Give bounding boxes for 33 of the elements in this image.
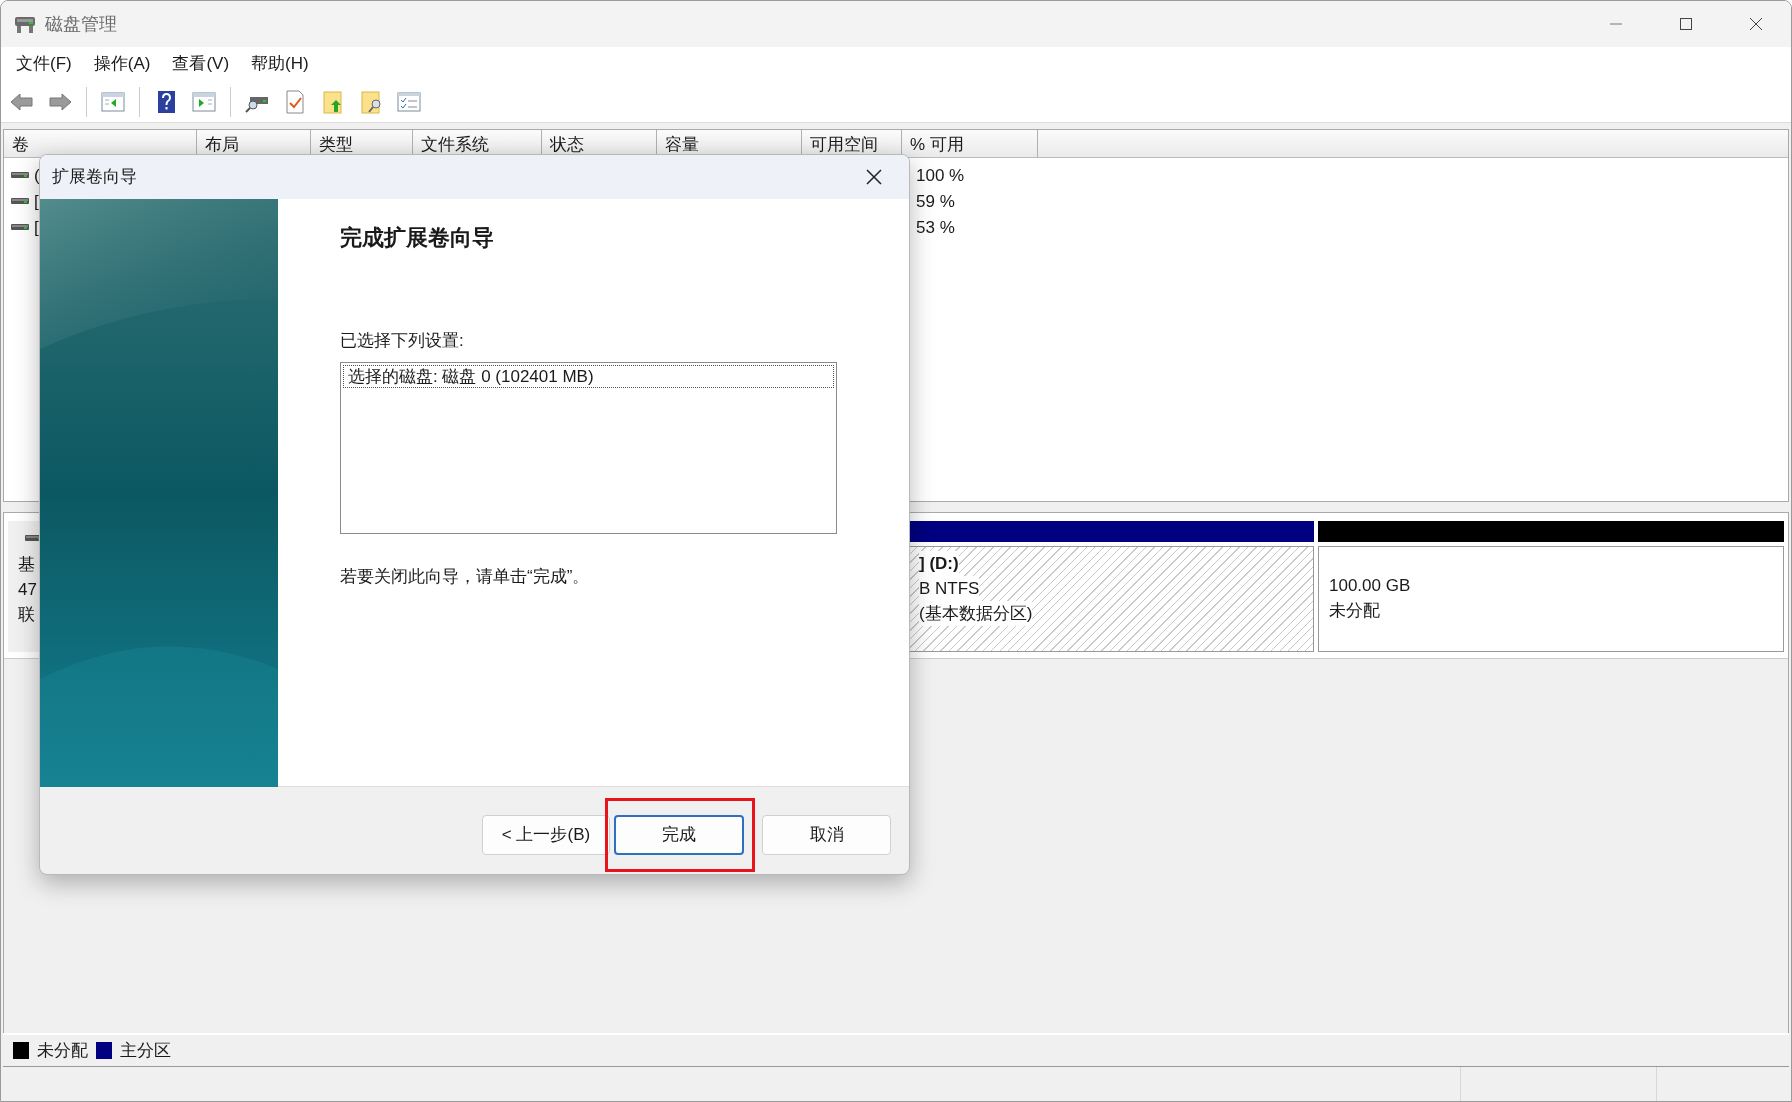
legend-label: 主分区 [120, 1039, 171, 1062]
legend-label: 未分配 [37, 1039, 88, 1062]
window-title: 磁盘管理 [45, 12, 117, 36]
menu-item[interactable]: 操作(A) [84, 49, 160, 79]
maximize-icon[interactable] [1679, 17, 1693, 31]
partition-box[interactable]: 100.00 GB 未分配 [1318, 546, 1784, 652]
dialog-title: 扩展卷向导 [52, 166, 137, 189]
partition-title: ] (D:) [919, 551, 959, 576]
partition-text: 100.00 GB [1329, 575, 1411, 597]
table-cell-text: [ [34, 190, 39, 213]
menu-item[interactable]: 帮助(H) [242, 49, 318, 79]
disk-info-text: 47 [18, 579, 38, 601]
partition-text: B NTFS [919, 576, 980, 601]
closing-note: 若要关闭此向导，请单击“完成”。 [340, 565, 590, 588]
menu-item[interactable]: 查看(V) [163, 49, 239, 79]
settings-item[interactable]: 选择的磁盘: 磁盘 0 (102401 MB) [343, 364, 834, 388]
table-cell-text: [ [34, 216, 39, 239]
close-icon[interactable] [1749, 17, 1763, 31]
menu-item[interactable]: 文件(F) [7, 49, 81, 79]
partition-text: (基本数据分区) [919, 601, 1033, 626]
table-cell-text: 100 % [916, 164, 965, 187]
table-cell-text: ( [34, 164, 40, 187]
wizard-heading: 完成扩展卷向导 [340, 225, 494, 252]
close-icon[interactable] [865, 168, 883, 186]
disk-info-text: 基 [18, 554, 36, 576]
table-cell-text: 59 % [916, 190, 955, 213]
partition-text: 未分配 [1329, 600, 1380, 622]
wizard-button[interactable]: 取消 [762, 815, 891, 855]
wizard-button[interactable]: 完成 [614, 815, 744, 855]
table-cell-text: 53 % [916, 216, 955, 239]
disk-info-text: 联 [18, 604, 36, 626]
wizard-button[interactable]: < 上一步(B) [482, 815, 610, 855]
settings-label: 已选择下列设置: [340, 330, 464, 353]
